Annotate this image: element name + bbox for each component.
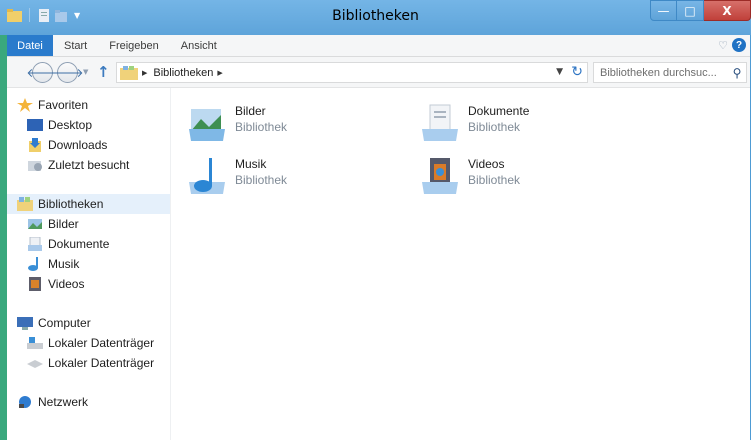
recent-locations-dropdown[interactable]: ▼ <box>83 68 88 76</box>
nav-label: Netzwerk <box>38 395 89 409</box>
nav-libraries[interactable]: Bibliotheken <box>7 194 170 214</box>
nav-computer[interactable]: Computer <box>7 313 170 333</box>
nav-pictures[interactable]: Bilder <box>7 214 170 234</box>
libraries-icon <box>17 197 33 211</box>
navigation-bar: 🡐 🡒 ▼ ↑ ▶ Bibliotheken ▶ ▼ ↻ Bibliotheke… <box>7 57 750 88</box>
nav-label: Bilder <box>48 217 79 231</box>
nav-label: Dokumente <box>48 237 110 251</box>
pictures-library-icon <box>189 109 225 141</box>
close-button[interactable]: X <box>704 0 751 21</box>
tab-file[interactable]: Datei <box>7 35 53 56</box>
refresh-icon[interactable]: ↻ <box>571 64 583 80</box>
help-icon[interactable]: ? <box>732 38 746 52</box>
nav-favorites[interactable]: Favoriten <box>7 95 170 115</box>
item-name: Musik <box>235 157 267 171</box>
item-text: Musik Bibliothek <box>235 156 287 188</box>
nav-documents[interactable]: Dokumente <box>7 234 170 254</box>
nav-label: Lokaler Datenträger <box>48 336 155 350</box>
item-type: Bibliothek <box>468 173 521 187</box>
search-input[interactable]: Bibliotheken durchsuc... <box>594 67 728 79</box>
nav-label: Downloads <box>48 138 108 152</box>
drive-icon <box>27 360 43 368</box>
library-item-videos[interactable]: Videos Bibliothek <box>420 156 520 196</box>
back-button[interactable]: 🡐 <box>26 62 59 83</box>
nav-label: Musik <box>48 257 80 271</box>
videos-library-icon <box>422 158 458 194</box>
search-icon[interactable]: ⚲ <box>728 66 746 80</box>
library-item-pictures[interactable]: Bilder Bibliothek <box>187 103 287 143</box>
downloads-icon <box>29 138 41 152</box>
desktop-icon <box>27 119 43 131</box>
nav-recent-places[interactable]: Zuletzt besucht <box>7 155 170 175</box>
ribbon-controls: ♡ ? <box>718 38 746 52</box>
content-area: Favoriten Desktop Downloads Zuletzt besu… <box>7 88 750 440</box>
window-left-border <box>0 35 7 440</box>
window-controls: — □ X <box>650 0 751 21</box>
search-box[interactable]: Bibliotheken durchsuc... ⚲ <box>593 62 747 83</box>
nav-local-disk-2[interactable]: Lokaler Datenträger <box>7 353 170 373</box>
pictures-icon <box>28 219 42 229</box>
item-name: Bilder <box>235 104 266 118</box>
breadcrumb-separator-icon[interactable]: ▶ <box>142 69 147 77</box>
nav-label: Computer <box>38 316 91 330</box>
tab-start[interactable]: Start <box>53 35 98 56</box>
nav-label: Favoriten <box>38 98 89 112</box>
ribbon-tabs: Datei Start Freigeben Ansicht ♡ ? <box>7 35 750 57</box>
item-text: Videos Bibliothek <box>468 156 520 188</box>
nav-label: Lokaler Datenträger <box>48 356 155 370</box>
window-title: Bibliotheken <box>332 8 419 24</box>
nav-videos[interactable]: Videos <box>7 274 170 294</box>
breadcrumb-libraries[interactable]: Bibliotheken <box>153 67 213 79</box>
library-item-music[interactable]: Musik Bibliothek <box>187 156 287 196</box>
navigation-pane: Favoriten Desktop Downloads Zuletzt besu… <box>7 88 171 440</box>
item-text: Bilder Bibliothek <box>235 103 287 135</box>
nav-label: Zuletzt besucht <box>48 158 130 172</box>
music-library-icon <box>189 158 225 194</box>
address-history-dropdown[interactable]: ▼ <box>556 67 563 77</box>
nav-local-disk-1[interactable]: Lokaler Datenträger <box>7 333 170 353</box>
documents-icon <box>28 237 42 251</box>
nav-desktop[interactable]: Desktop <box>7 115 170 135</box>
breadcrumb-chevron-icon[interactable]: ▶ <box>217 69 222 77</box>
forward-button[interactable]: 🡒 <box>51 62 84 83</box>
up-button[interactable]: ↑ <box>97 63 113 81</box>
nav-label: Bibliotheken <box>38 197 104 211</box>
address-bar[interactable]: ▶ Bibliotheken ▶ ▼ ↻ <box>116 62 588 83</box>
nav-label: Desktop <box>48 118 93 132</box>
network-icon <box>19 396 31 408</box>
nav-network[interactable]: Netzwerk <box>7 392 170 412</box>
item-type: Bibliothek <box>235 120 288 134</box>
nav-downloads[interactable]: Downloads <box>7 135 170 155</box>
music-icon <box>28 257 38 271</box>
item-name: Dokumente <box>468 104 530 118</box>
item-name: Videos <box>468 157 505 171</box>
expand-ribbon-icon[interactable]: ♡ <box>718 39 728 52</box>
documents-library-icon <box>422 104 458 141</box>
tab-view[interactable]: Ansicht <box>170 35 228 56</box>
recent-places-icon <box>28 161 42 171</box>
item-type: Bibliothek <box>235 173 288 187</box>
minimize-button[interactable]: — <box>650 0 677 21</box>
maximize-button[interactable]: □ <box>677 0 704 21</box>
title-bar[interactable]: ▼ Bibliotheken — □ X <box>0 0 751 35</box>
nav-label: Videos <box>48 277 85 291</box>
item-text: Dokumente Bibliothek <box>468 103 529 135</box>
libraries-icon <box>120 65 138 80</box>
computer-icon <box>17 317 33 330</box>
drive-icon <box>27 337 43 349</box>
library-item-documents[interactable]: Dokumente Bibliothek <box>420 103 529 143</box>
nav-music[interactable]: Musik <box>7 254 170 274</box>
videos-icon <box>29 277 41 291</box>
star-icon <box>17 98 33 112</box>
item-type: Bibliothek <box>468 120 521 134</box>
tab-share[interactable]: Freigeben <box>98 35 170 56</box>
